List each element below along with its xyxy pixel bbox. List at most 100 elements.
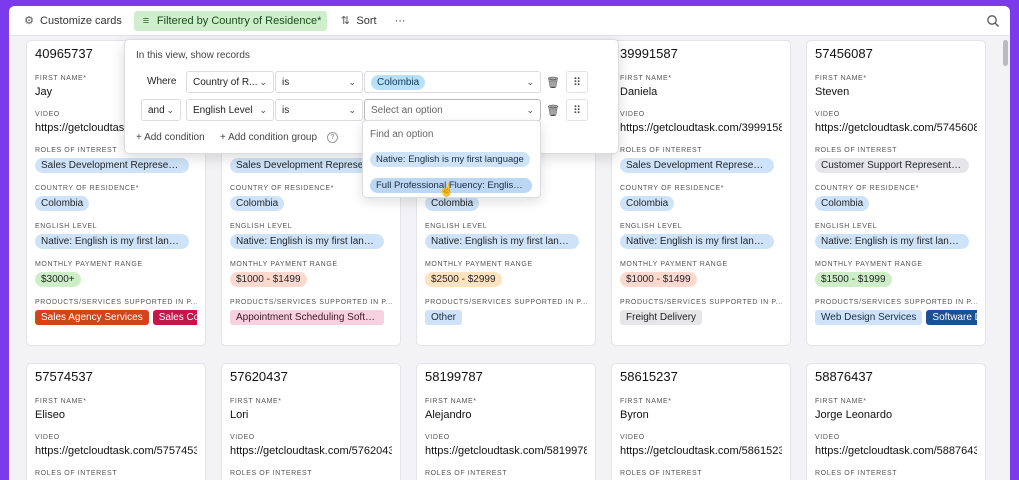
video-link[interactable]: https://getcloudtask.com/58876437 <box>815 443 977 459</box>
role-pill: Customer Support Representati... <box>815 157 969 173</box>
filter-operator-select[interactable]: is ⌄ <box>275 99 363 121</box>
video-link[interactable]: https://getcloudtask.com/57620437 <box>230 443 392 459</box>
drag-handle[interactable]: ⠿ <box>566 99 588 121</box>
country-pill-row: Colombia <box>815 194 977 212</box>
products-row: Other <box>425 308 587 326</box>
customize-cards-label: Customize cards <box>40 14 122 27</box>
add-condition-group-button[interactable]: + Add condition group <box>220 132 317 143</box>
payment-pill-row: $1000 - $1499 <box>620 270 782 288</box>
payment-pill: $3000+ <box>35 271 81 287</box>
drag-handle[interactable]: ⠿ <box>566 71 588 93</box>
country-pill-row: Colombia <box>35 194 197 212</box>
search-icon[interactable] <box>986 14 1000 28</box>
filter-value-placeholder: Select an option <box>371 104 443 116</box>
record-card[interactable]: 57620437 FIRST NAME* Lori VIDEO https://getc… <box>221 363 401 480</box>
delete-condition-button[interactable]: 🗑 <box>542 71 564 93</box>
field-label: COUNTRY OF RESIDENCE* <box>35 185 140 192</box>
add-condition-button[interactable]: + Add condition <box>136 132 205 143</box>
field-label: VIDEO <box>620 111 645 118</box>
chevron-down-icon: ⌄ <box>259 105 267 115</box>
record-card[interactable]: 58615237 FIRST NAME* Byron VIDEO https://get… <box>611 363 791 480</box>
english-pill-row: Native: English is my first langu... <box>230 232 392 250</box>
filter-button[interactable]: ≡ Filtered by Country of Residence* <box>133 10 328 31</box>
filter-field-select[interactable]: English Level ⌄ <box>186 99 274 121</box>
customize-cards-button[interactable]: ⚙ Customize cards <box>17 11 128 31</box>
gear-icon: ⚙ <box>24 15 34 27</box>
field-label: PRODUCTS/SERVICES SUPPORTED IN P... <box>425 299 587 306</box>
english-pill-row: Native: English is my first langu... <box>35 232 197 250</box>
video-link[interactable]: https://getcloudtask.com/39991587 <box>620 120 782 136</box>
sort-icon: ⇅ <box>340 15 350 27</box>
video-link[interactable]: https://getcloudtask.com/58615237 <box>620 443 782 459</box>
drag-handle-icon: ⠿ <box>572 76 582 89</box>
filter-icon: ≡ <box>142 14 150 27</box>
chevron-down-icon: ⌄ <box>166 105 174 115</box>
first-name-value: Daniela <box>620 86 658 98</box>
field-label: ENGLISH LEVEL <box>815 223 878 230</box>
products-row: Sales Agency Services Sales Co <box>35 308 197 326</box>
delete-condition-button[interactable]: 🗑 <box>542 99 564 121</box>
video-link[interactable]: https://getcloudtask.com/57574537 <box>35 443 197 459</box>
field-label: PRODUCTS/SERVICES SUPPORTED IN P... <box>35 299 197 306</box>
field-label: VIDEO <box>425 434 450 441</box>
chevron-down-icon: ⌄ <box>526 105 534 115</box>
record-card[interactable]: 58199787 FIRST NAME* Alejandro VIDEO https:/… <box>416 363 596 480</box>
field-label: ENGLISH LEVEL <box>425 223 488 230</box>
payment-pill: $1000 - $1499 <box>620 271 697 287</box>
role-pill-row: Sales Development Representat... <box>35 156 197 174</box>
payment-pill-row: $1000 - $1499 <box>230 270 392 288</box>
video-link[interactable]: https://getcloudtask.com/57456087 <box>815 120 977 136</box>
field-label: FIRST NAME* <box>35 398 87 405</box>
field-label: PRODUCTS/SERVICES SUPPORTED IN P... <box>620 299 782 306</box>
record-card[interactable]: 57456087 FIRST NAME* Steven VIDEO https://ge… <box>806 40 986 346</box>
field-label: VIDEO <box>620 434 645 441</box>
role-pill-row: Customer Support Representati... <box>815 156 977 174</box>
field-label: PRODUCTS/SERVICES SUPPORTED IN P... <box>230 299 392 306</box>
english-pill: Native: English is my first langu... <box>35 233 189 249</box>
record-card[interactable]: 39991587 FIRST NAME* Daniela VIDEO https://g… <box>611 40 791 346</box>
field-label: FIRST NAME* <box>620 398 672 405</box>
field-label: MONTHLY PAYMENT RANGE <box>425 261 533 268</box>
filter-value-select[interactable]: Colombia ⌄ <box>364 71 541 93</box>
product-pill: Sales Agency Services <box>35 309 149 325</box>
country-pill: Colombia <box>35 195 90 211</box>
first-name-value: Eliseo <box>35 409 65 421</box>
option-item[interactable]: Native: English is my first language <box>370 152 530 167</box>
product-pill: Freight Delivery <box>620 309 703 325</box>
products-row: Web Design Services Software D <box>815 308 977 326</box>
help-icon[interactable]: ? <box>327 132 338 143</box>
english-pill-row: Native: English is my first langu... <box>425 232 587 250</box>
first-name-value: Jorge Leonardo <box>815 409 893 421</box>
card-title: 57456087 <box>815 46 873 61</box>
field-label: ROLES OF INTEREST <box>620 147 703 154</box>
record-card[interactable]: 58876437 FIRST NAME* Jorge Leonardo VIDEO ht… <box>806 363 986 480</box>
product-pill: Software D <box>926 309 977 325</box>
role-pill-row: Sales Development Representat... <box>620 156 782 174</box>
option-search-input[interactable]: Find an option <box>370 129 433 140</box>
filter-operator-select[interactable]: is ⌄ <box>275 71 363 93</box>
products-row: Freight Delivery <box>620 308 782 326</box>
field-label: ENGLISH LEVEL <box>230 223 293 230</box>
scrollbar[interactable] <box>1003 40 1008 66</box>
video-link[interactable]: https://getcloudtask.com/58199787 <box>425 443 587 459</box>
products-row: Appointment Scheduling Softw... <box>230 308 392 326</box>
field-label: VIDEO <box>815 111 840 118</box>
filter-connector-where: Where <box>147 76 177 87</box>
card-title: 39991587 <box>620 46 678 61</box>
filter-value-select[interactable]: Select an option ⌄ <box>364 99 541 121</box>
english-pill: Native: English is my first langu... <box>620 233 774 249</box>
more-options-button[interactable]: ··· <box>389 11 412 31</box>
record-card[interactable]: 57574537 FIRST NAME* Eliseo VIDEO https://ge… <box>26 363 206 480</box>
filter-field-select[interactable]: Country of R... ⌄ <box>186 71 274 93</box>
field-label: FIRST NAME* <box>815 398 867 405</box>
toolbar: ⚙ Customize cards ≡ Filtered by Country … <box>9 6 1010 36</box>
english-pill: Native: English is my first langu... <box>815 233 969 249</box>
filter-connector-select[interactable]: and ⌄ <box>141 99 181 121</box>
hand-cursor-icon: ☝ <box>439 183 454 197</box>
payment-pill-row: $1500 - $1999 <box>815 270 977 288</box>
field-label: COUNTRY OF RESIDENCE* <box>815 185 920 192</box>
trash-icon: 🗑 <box>546 104 560 117</box>
sort-button[interactable]: ⇅ Sort <box>333 11 382 31</box>
role-pill: Sales Development Representat... <box>35 157 189 173</box>
payment-pill-row: $3000+ <box>35 270 197 288</box>
